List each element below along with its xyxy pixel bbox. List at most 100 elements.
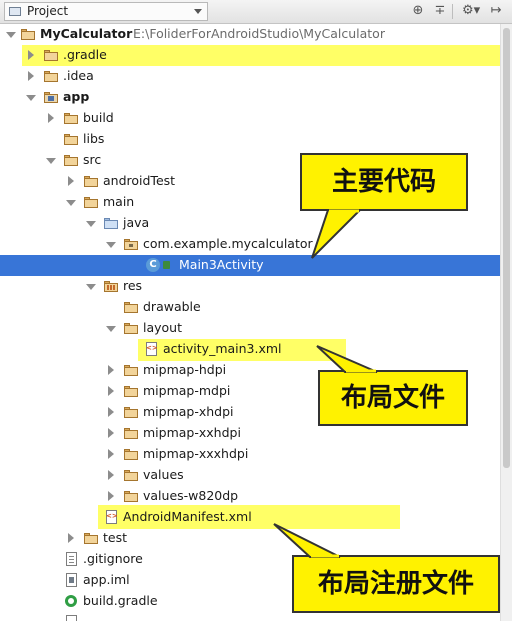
- tree-row-idea[interactable]: .idea: [0, 66, 500, 87]
- gear-icon[interactable]: ⚙▾: [462, 3, 480, 19]
- module-folder-icon: [44, 92, 58, 103]
- tree-row-test[interactable]: test: [0, 528, 500, 549]
- app-iml-label: app.iml: [83, 572, 130, 587]
- iml-file-icon: [66, 573, 77, 587]
- expand-arrow-icon[interactable]: [108, 407, 114, 417]
- drawable-folder-label: drawable: [143, 299, 201, 314]
- expand-arrow-icon[interactable]: [48, 113, 54, 123]
- callout-layout-register-text: 布局注册文件: [317, 569, 474, 599]
- androidtest-folder-label: androidTest: [103, 173, 176, 188]
- folder-icon: [44, 71, 58, 82]
- gradle-folder-label: .gradle: [63, 47, 107, 62]
- folder-icon: [64, 134, 78, 145]
- expand-arrow-icon[interactable]: [108, 491, 114, 501]
- gradle-icon: [65, 595, 77, 607]
- folder-icon: [124, 407, 138, 418]
- tree-row-manifest[interactable]: AndroidManifest.xml: [0, 507, 500, 528]
- build-gradle-label: build.gradle: [83, 593, 158, 608]
- expand-arrow-icon[interactable]: [66, 200, 76, 206]
- tree-row-layout-file[interactable]: activity_main3.xml: [0, 339, 500, 360]
- values-w820dp-label: values-w820dp: [143, 488, 239, 503]
- expand-arrow-icon[interactable]: [86, 284, 96, 290]
- tree-row-values[interactable]: values: [0, 465, 500, 486]
- class-icon: C: [146, 258, 160, 272]
- test-folder-label: test: [103, 530, 128, 545]
- folder-icon: [124, 491, 138, 502]
- folder-icon: [64, 113, 78, 124]
- expand-arrow-icon[interactable]: [6, 32, 16, 38]
- build-folder-label: build: [83, 110, 114, 125]
- main-folder-label: main: [103, 194, 135, 209]
- tree-row-layout[interactable]: layout: [0, 318, 500, 339]
- tree-row-package[interactable]: com.example.mycalculator: [0, 234, 500, 255]
- tree-row-gradle[interactable]: .gradle: [0, 45, 500, 66]
- tree-row-drawable[interactable]: drawable: [0, 297, 500, 318]
- idea-folder-label: .idea: [63, 68, 94, 83]
- tree-row-libs[interactable]: libs: [0, 129, 500, 150]
- layout-file-label: activity_main3.xml: [163, 341, 282, 356]
- toolbar-divider: [452, 4, 453, 19]
- folder-icon: [84, 197, 98, 208]
- layout-folder-label: layout: [143, 320, 183, 335]
- tree-row-res[interactable]: res: [0, 276, 500, 297]
- folder-icon: [124, 428, 138, 439]
- manifest-file-icon: [106, 510, 118, 524]
- expand-arrow-icon[interactable]: [108, 470, 114, 480]
- tree-row-mipmap-xxxhdpi[interactable]: mipmap-xxxhdpi: [0, 444, 500, 465]
- project-view-selector[interactable]: Project: [4, 2, 208, 21]
- folder-icon: [44, 50, 58, 61]
- expand-arrow-icon[interactable]: [28, 50, 34, 60]
- manifest-label: AndroidManifest.xml: [123, 509, 252, 524]
- main3activity-label: Main3Activity: [179, 257, 264, 272]
- expand-arrow-icon[interactable]: [26, 95, 36, 101]
- project-view-label: Project: [27, 4, 69, 18]
- callout-main-code-text: 主要代码: [331, 167, 436, 197]
- package-icon: [124, 239, 138, 250]
- src-folder-label: src: [83, 152, 102, 167]
- scrollbar-thumb[interactable]: [503, 28, 510, 468]
- collapse-icon[interactable]: ∓: [432, 3, 448, 19]
- tree-row-java[interactable]: java: [0, 213, 500, 234]
- callout-layout-register-pointer: [273, 523, 341, 558]
- libs-folder-label: libs: [83, 131, 105, 146]
- expand-arrow-icon[interactable]: [108, 428, 114, 438]
- root-name: MyCalculator: [40, 26, 133, 41]
- tree-row-mipmap-xxhdpi[interactable]: mipmap-xxhdpi: [0, 423, 500, 444]
- expand-arrow-icon[interactable]: [46, 158, 56, 164]
- tree-row-values-w820dp[interactable]: values-w820dp: [0, 486, 500, 507]
- text-file-icon: [66, 552, 77, 566]
- callout-layout-file-pointer: [316, 345, 378, 373]
- project-toolbar: Project ⊕ ∓ ⚙▾ ↦: [0, 0, 512, 24]
- mipmap-mdpi-label: mipmap-mdpi: [143, 383, 231, 398]
- tree-row-partial: [0, 612, 500, 621]
- expand-arrow-icon[interactable]: [68, 176, 74, 186]
- expand-arrow-icon[interactable]: [108, 449, 114, 459]
- expand-arrow-icon[interactable]: [106, 242, 116, 248]
- package-label: com.example.mycalculator: [143, 236, 313, 251]
- folder-icon: [124, 365, 138, 376]
- folder-icon: [21, 29, 35, 40]
- tree-row-app[interactable]: app: [0, 87, 500, 108]
- expand-arrow-icon[interactable]: [108, 365, 114, 375]
- tree-row-root[interactable]: MyCalculator E:\FoliderForAndroidStudio\…: [0, 24, 500, 45]
- resource-folder-icon: [104, 281, 118, 292]
- source-folder-icon: [104, 218, 118, 229]
- tree-row-build[interactable]: build: [0, 108, 500, 129]
- expand-arrow-icon[interactable]: [86, 221, 96, 227]
- mipmap-xxhdpi-label: mipmap-xxhdpi: [143, 425, 241, 440]
- values-folder-label: values: [143, 467, 184, 482]
- tree-row-main3activity[interactable]: C Main3Activity: [0, 255, 500, 276]
- folder-icon: [64, 155, 78, 166]
- callout-main-code-pointer: [311, 209, 363, 259]
- folder-icon: [124, 470, 138, 481]
- lock-icon: [163, 261, 170, 269]
- vertical-scrollbar[interactable]: [500, 24, 512, 621]
- res-folder-label: res: [123, 278, 143, 293]
- expand-arrow-icon[interactable]: [28, 71, 34, 81]
- callout-layout-file: 布局文件: [318, 370, 468, 426]
- expand-arrow-icon[interactable]: [108, 386, 114, 396]
- expand-arrow-icon[interactable]: [68, 533, 74, 543]
- expand-arrow-icon[interactable]: [106, 326, 116, 332]
- target-icon[interactable]: ⊕: [410, 3, 426, 19]
- hide-icon[interactable]: ↦: [488, 3, 504, 19]
